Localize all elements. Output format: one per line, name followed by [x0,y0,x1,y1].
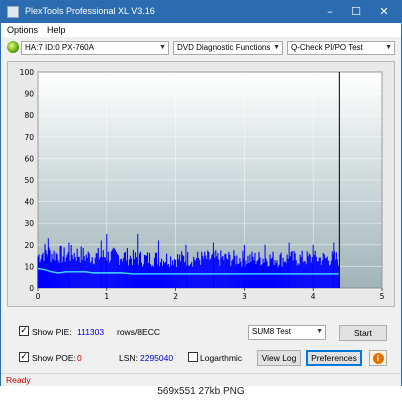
menu-help[interactable]: Help [47,25,66,35]
menu-options[interactable]: Options [7,25,38,35]
chevron-down-icon: ▼ [385,44,392,51]
info-button[interactable]: i [369,350,387,366]
status-text: Ready [6,375,31,385]
pie-value: 111303 [77,327,105,337]
title-bar[interactable]: PlexTools Professional XL V3.16 – ☐ ✕ [1,1,401,23]
pie-unit-label: rows/8ECC [117,327,160,337]
y-tick-label: 50 [24,176,34,185]
menu-bar: Options Help [1,23,401,37]
window-title: PlexTools Professional XL V3.16 [25,6,155,16]
y-tick-label: 10 [24,262,34,271]
test-mode-select[interactable]: SUM8 Test ▼ [248,325,326,340]
function-select[interactable]: DVD Diagnostic Functions ▼ [173,41,283,55]
x-tick-label: 4 [311,292,316,301]
image-caption: 569x551 27kb PNG [157,386,245,397]
x-tick-label: 3 [242,292,247,301]
test-mode-value: SUM8 Test [252,327,291,336]
poe-value: 0 [77,353,82,363]
test-select-value: Q-Check PI/PO Test [291,43,363,52]
pi-po-chart: 0 10 20 30 40 50 60 70 80 90 100 0 1 2 3 4 5 [20,68,385,301]
y-tick-label: 20 [24,241,34,250]
logarithmic-label: Logarthmic [200,353,243,363]
y-tick-label: 30 [24,219,34,228]
close-button[interactable]: ✕ [371,4,397,20]
chevron-down-icon: ▼ [273,44,280,51]
show-pie-label: Show PIE: [32,327,72,337]
y-tick-label: 80 [24,111,34,120]
maximize-button[interactable]: ☐ [343,4,369,20]
y-tick-label: 0 [29,284,34,293]
lsn-label: LSN: [119,353,138,363]
chart-panel: 0 10 20 30 40 50 60 70 80 90 100 0 1 2 3 4 5 [7,61,395,307]
y-tick-label: 70 [24,133,34,142]
start-button[interactable]: Start [339,325,387,341]
drive-select[interactable]: HA:7 ID:0 PX-760A ▼ [21,41,169,55]
preferences-button[interactable]: Preferences [306,350,362,366]
status-bar: Ready [1,373,401,386]
x-tick-label: 1 [104,292,109,301]
show-poe-label: Show POE: [32,353,76,363]
logarithmic-checkbox[interactable] [188,352,198,362]
drive-select-value: HA:7 ID:0 PX-760A [25,43,94,52]
app-window: PlexTools Professional XL V3.16 – ☐ ✕ Op… [0,0,402,386]
y-tick-label: 100 [20,68,35,77]
minimize-button[interactable]: – [317,4,343,20]
y-tick-label: 40 [24,198,34,207]
y-tick-label: 90 [24,90,34,99]
x-tick-label: 0 [36,292,41,301]
show-pie-checkbox[interactable]: ✓ [19,326,29,336]
x-tick-label: 5 [380,292,385,301]
view-log-button[interactable]: View Log [257,350,301,366]
chevron-down-icon: ▼ [159,44,166,51]
info-icon: i [372,353,384,364]
drive-status-icon [7,41,19,53]
y-tick-label: 60 [24,154,34,163]
app-icon [7,6,19,18]
show-poe-checkbox[interactable]: ✓ [19,352,29,362]
chevron-down-icon: ▼ [316,328,323,335]
x-tick-label: 2 [173,292,178,301]
test-select[interactable]: Q-Check PI/PO Test ▼ [287,41,395,55]
function-select-value: DVD Diagnostic Functions [177,43,271,52]
lsn-value: 2295040 [140,353,174,363]
